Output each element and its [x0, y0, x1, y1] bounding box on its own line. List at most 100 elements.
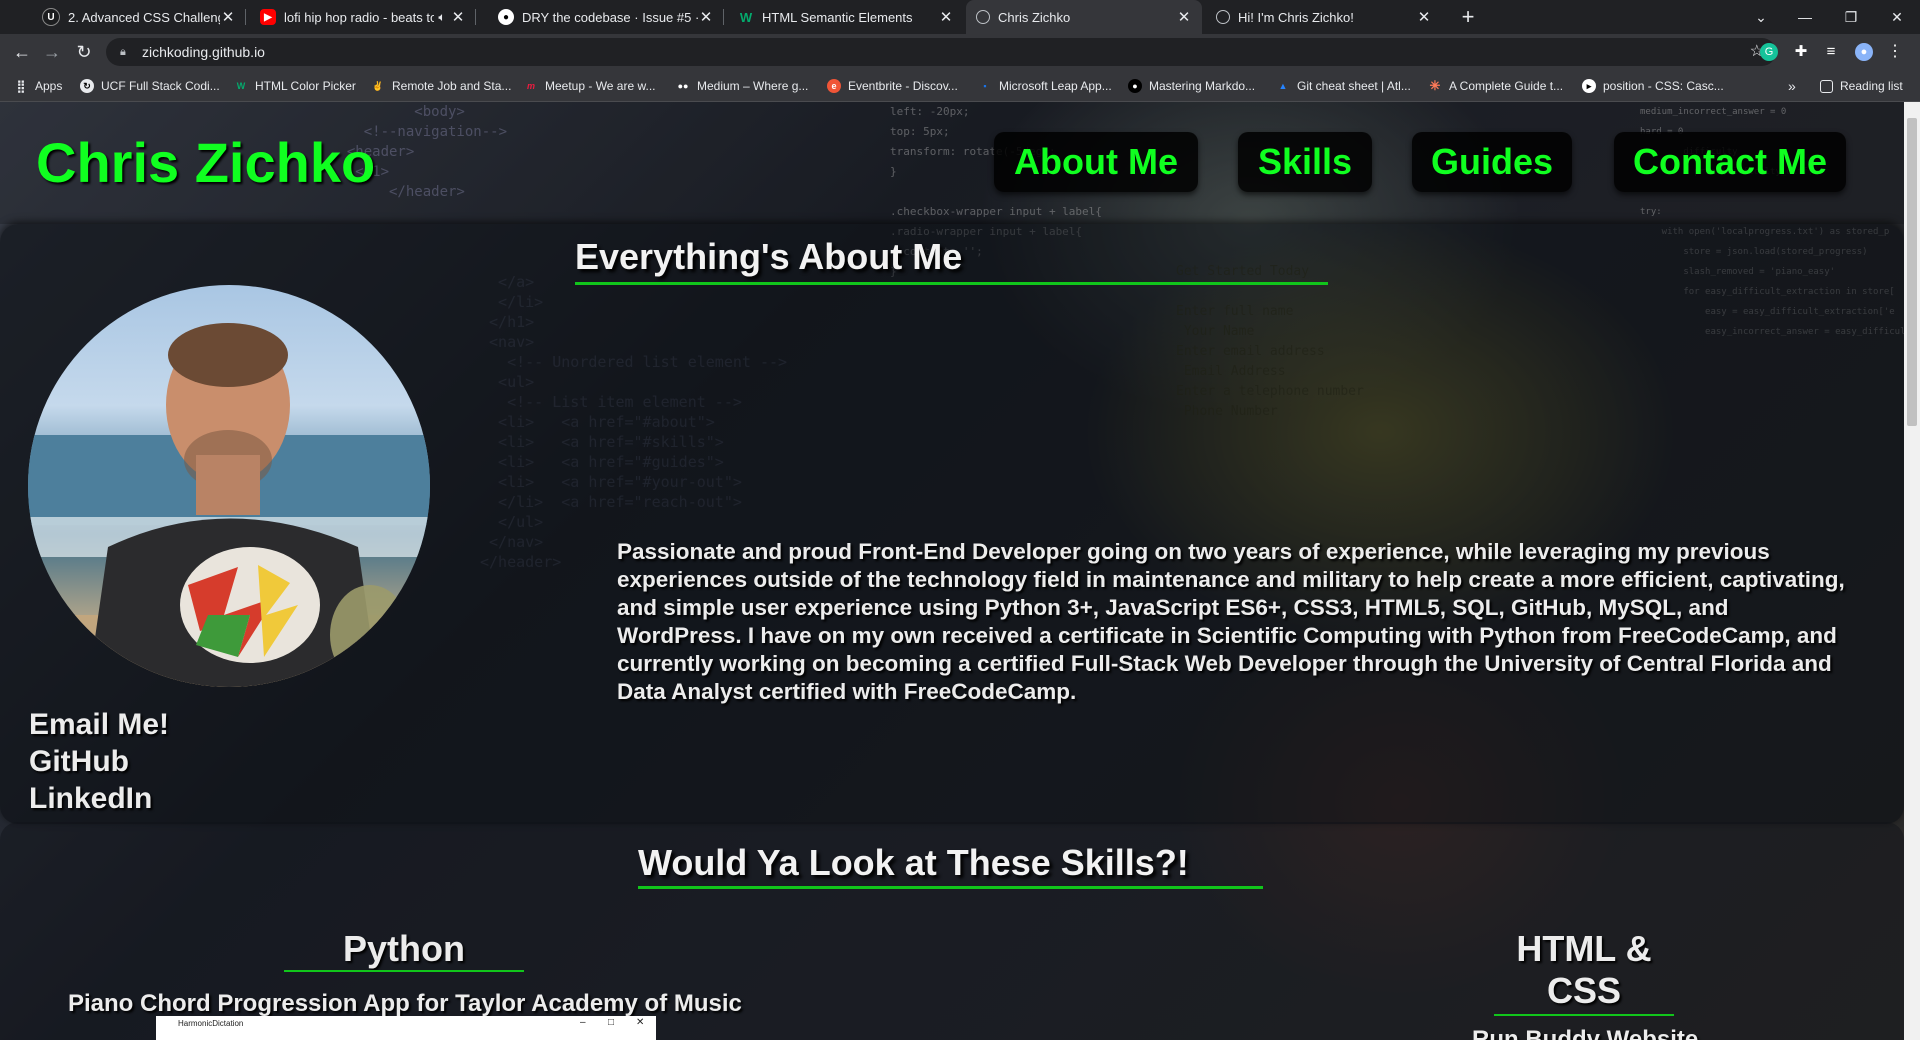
- skill-underline: [1494, 1014, 1674, 1016]
- remote-job-icon: ✌: [372, 80, 384, 91]
- eventbrite-icon: e: [827, 79, 841, 93]
- ucf-icon: ↻: [80, 79, 94, 93]
- bookmark-label: Eventbrite - Discov...: [848, 79, 958, 93]
- window-close-button[interactable]: ✕: [1874, 0, 1920, 34]
- github-icon: ●: [498, 9, 514, 25]
- close-icon[interactable]: ✕: [698, 8, 714, 26]
- tab-search-icon[interactable]: ⌄: [1738, 0, 1784, 34]
- url-text: zichkoding.github.io: [142, 44, 265, 60]
- close-icon: ✕: [636, 1017, 645, 1028]
- minimize-icon: –: [580, 1017, 586, 1028]
- profile-photo-illustration: [28, 323, 430, 687]
- bookmark-label: Apps: [35, 79, 63, 93]
- close-icon[interactable]: ✕: [938, 8, 954, 26]
- bookmark-item[interactable]: ●● Medium – Where g...: [676, 70, 809, 102]
- email-link[interactable]: Email Me!: [29, 708, 169, 742]
- w3schools-icon: W: [236, 81, 246, 91]
- bookmark-item[interactable]: ● Mastering Markdo...: [1128, 70, 1255, 102]
- close-icon[interactable]: ✕: [1416, 8, 1432, 26]
- maximize-icon: □: [608, 1017, 615, 1028]
- bookmark-label: Medium – Where g...: [697, 79, 809, 93]
- nav-link-about-me[interactable]: About Me: [994, 132, 1198, 192]
- media-queue-icon[interactable]: ≡: [1822, 43, 1840, 61]
- bookmark-label: Meetup - We are w...: [545, 79, 656, 93]
- tab-title: 2. Advanced CSS Challenge: Prof: [68, 9, 220, 25]
- tab-title: Hi! I'm Chris Zichko!: [1238, 9, 1354, 25]
- close-icon[interactable]: ✕: [220, 8, 236, 26]
- mdn-icon: ▸: [1582, 79, 1596, 93]
- globe-icon: [1216, 10, 1230, 24]
- restore-button[interactable]: ❐: [1828, 0, 1874, 34]
- bookmark-item[interactable]: ✳ A Complete Guide t...: [1428, 70, 1564, 102]
- w3schools-icon: W: [739, 9, 753, 25]
- bookmark-label: HTML Color Picker: [255, 79, 356, 93]
- forward-icon[interactable]: →: [40, 40, 64, 64]
- browser-toolbar: ← → ↻ 🔒︎ zichkoding.github.io ☆ G ✚ ≡ ● …: [0, 34, 1920, 70]
- close-icon[interactable]: ✕: [450, 8, 466, 26]
- skill-title-line: CSS: [1546, 970, 1622, 1011]
- avatar[interactable]: ●: [1855, 43, 1873, 61]
- speaker-icon[interactable]: 🔈︎: [434, 10, 450, 25]
- heading-underline: [575, 282, 1328, 285]
- tab-title: lofi hip hop radio - beats to: [284, 9, 434, 25]
- browser-tab[interactable]: W HTML Semantic Elements ✕: [728, 0, 964, 34]
- browser-tab[interactable]: U 2. Advanced CSS Challenge: Prof ✕: [32, 0, 246, 34]
- nav-link-guides[interactable]: Guides: [1412, 132, 1572, 192]
- reading-list-button[interactable]: Reading list: [1820, 70, 1903, 102]
- nav-link-skills[interactable]: Skills: [1238, 132, 1372, 192]
- more-bookmarks-button[interactable]: »: [1788, 70, 1796, 102]
- tab-separator: [245, 9, 246, 25]
- menu-icon[interactable]: ⋮: [1886, 43, 1904, 61]
- grammarly-icon[interactable]: G: [1760, 43, 1778, 61]
- atlassian-icon: ▲: [1278, 81, 1288, 91]
- css-tricks-icon: ✳: [1429, 78, 1441, 93]
- bookmarks-bar: ⣿ Apps ↻ UCF Full Stack Codi... W HTML C…: [0, 70, 1920, 102]
- window-title: HarmonicDictation: [178, 1019, 244, 1028]
- about-heading: Everything's About Me: [575, 236, 963, 277]
- bookmark-item[interactable]: ▸ position - CSS: Casc...: [1582, 70, 1724, 102]
- skill-title-line: HTML &: [1516, 928, 1652, 969]
- browser-tab[interactable]: ● DRY the codebase · Issue #5 · Zic ✕: [488, 0, 724, 34]
- linkedin-link[interactable]: LinkedIn: [29, 782, 152, 816]
- project-title-run-buddy[interactable]: Run Buddy Website: [1472, 1026, 1698, 1040]
- reload-icon[interactable]: ↻: [72, 40, 96, 64]
- bookmark-item[interactable]: W HTML Color Picker: [234, 70, 356, 102]
- close-icon[interactable]: ✕: [1176, 8, 1192, 26]
- browser-tab[interactable]: Hi! I'm Chris Zichko! ✕: [1206, 0, 1442, 34]
- browser-tab-active[interactable]: Chris Zichko ✕: [966, 0, 1202, 34]
- new-tab-button[interactable]: +: [1454, 4, 1482, 30]
- youtube-icon: ▶: [260, 9, 276, 25]
- github-link[interactable]: GitHub: [29, 745, 129, 779]
- bookmark-label: UCF Full Stack Codi...: [101, 79, 220, 93]
- bookmark-label: Reading list: [1840, 79, 1903, 93]
- minimize-button[interactable]: —: [1782, 0, 1828, 34]
- apps-grid-icon: ⣿: [16, 79, 26, 93]
- bookmark-item[interactable]: e Eventbrite - Discov...: [827, 70, 958, 102]
- reading-list-icon: [1820, 79, 1833, 93]
- address-bar[interactable]: 🔒︎ zichkoding.github.io ☆: [106, 38, 1776, 66]
- bookmark-item[interactable]: m Meetup - We are w...: [524, 70, 656, 102]
- skill-title-html-css: HTML & CSS: [1494, 928, 1674, 1012]
- tab-title: HTML Semantic Elements: [762, 9, 913, 25]
- bookmark-label: Remote Job and Sta...: [392, 79, 512, 93]
- bookmark-apps[interactable]: ⣿ Apps: [14, 70, 63, 102]
- lock-icon: 🔒︎: [120, 46, 126, 58]
- project-title-piano-app[interactable]: Piano Chord Progression App for Taylor A…: [68, 990, 742, 1018]
- bookmark-item[interactable]: ↻ UCF Full Stack Codi...: [80, 70, 220, 102]
- nav-link-contact-me[interactable]: Contact Me: [1614, 132, 1846, 192]
- skill-underline: [284, 970, 524, 972]
- tab-title: DRY the codebase · Issue #5 · Zic: [522, 9, 698, 25]
- bookmark-item[interactable]: ▲ Git cheat sheet | Atl...: [1276, 70, 1411, 102]
- page-viewport: <body> <!--navigation--> <header> <h1> <…: [0, 102, 1904, 1040]
- github-icon: ●: [1128, 79, 1142, 93]
- project-screenshot[interactable]: HarmonicDictation – □ ✕: [156, 1016, 656, 1040]
- bookmark-label: Git cheat sheet | Atl...: [1297, 79, 1411, 93]
- globe-icon: [976, 10, 990, 24]
- bookmark-item[interactable]: ✌ Remote Job and Sta...: [371, 70, 511, 102]
- scrollbar-thumb[interactable]: [1907, 118, 1917, 426]
- bookmark-label: Mastering Markdo...: [1149, 79, 1256, 93]
- browser-tab[interactable]: ▶ lofi hip hop radio - beats to 🔈︎ ✕: [250, 0, 476, 34]
- bookmark-item[interactable]: ▪ Microsoft Leap App...: [978, 70, 1111, 102]
- back-icon[interactable]: ←: [10, 40, 34, 64]
- extensions-icon[interactable]: ✚: [1792, 43, 1810, 61]
